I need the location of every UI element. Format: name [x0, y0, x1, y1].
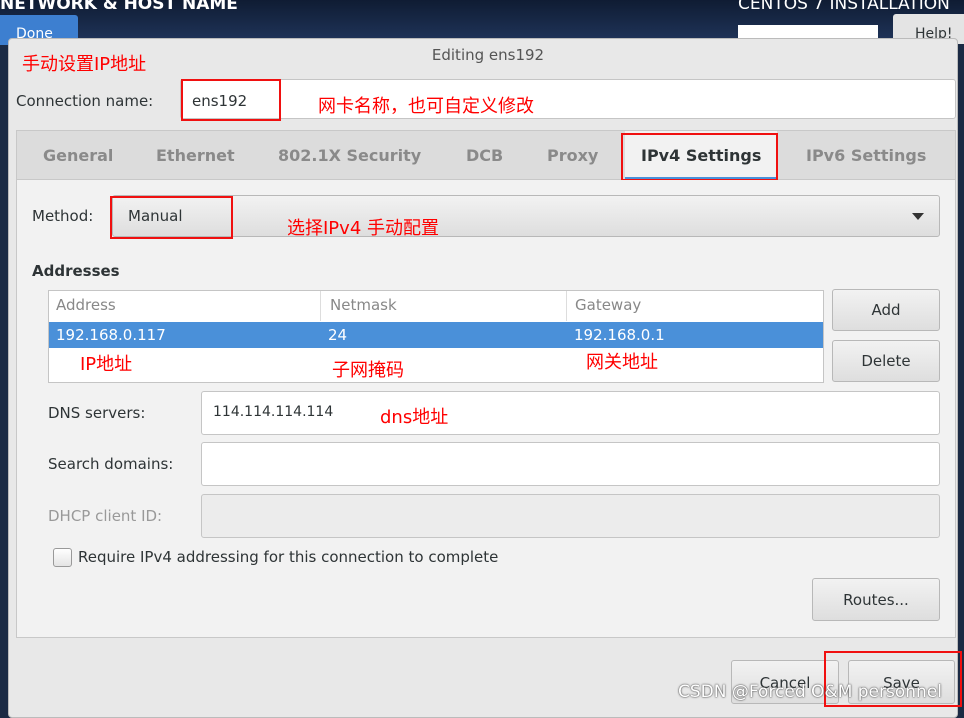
tab-proxy[interactable]: Proxy [547, 146, 598, 165]
dns-servers-value: 114.114.114.114 [213, 404, 334, 420]
require-ipv4-checkbox[interactable] [53, 548, 72, 567]
annotation-gateway: 网关地址 [586, 352, 658, 373]
address-cell[interactable]: 192.168.0.117 [56, 326, 166, 344]
connection-name-input[interactable] [180, 79, 956, 119]
column-header-address[interactable]: Address [56, 296, 116, 314]
connection-name-label: Connection name: [16, 92, 154, 110]
annotation-manual-ip: 手动设置IP地址 [22, 54, 147, 75]
tab-dcb[interactable]: DCB [466, 146, 503, 165]
dhcp-client-id-label: DHCP client ID: [48, 507, 163, 525]
column-divider [566, 291, 567, 321]
tab-general[interactable]: General [43, 146, 113, 165]
gateway-cell[interactable]: 192.168.0.1 [574, 326, 665, 344]
annotation-ip: IP地址 [80, 354, 133, 375]
add-button[interactable]: Add [832, 289, 940, 331]
highlight-box [621, 133, 778, 181]
tab-ethernet[interactable]: Ethernet [156, 146, 235, 165]
netmask-cell[interactable]: 24 [328, 326, 347, 344]
addresses-heading: Addresses [32, 262, 120, 280]
require-ipv4-label[interactable]: Require IPv4 addressing for this connect… [78, 548, 498, 566]
installer-title: CENTOS 7 INSTALLATION [738, 0, 950, 14]
routes-button[interactable]: Routes... [812, 578, 940, 621]
annotation-nic-name: 网卡名称，也可自定义修改 [318, 96, 534, 117]
watermark: CSDN @Forced O&M personnel [678, 682, 942, 702]
dns-servers-label: DNS servers: [48, 404, 146, 422]
annotation-netmask: 子网掩码 [332, 360, 404, 381]
dhcp-client-id-input [201, 494, 940, 538]
chevron-down-icon [912, 213, 924, 220]
page-title: NETWORK & HOST NAME [0, 0, 238, 14]
annotation-dns: dns地址 [380, 407, 449, 428]
tab-8021x-security[interactable]: 802.1X Security [278, 146, 421, 165]
search-domains-input[interactable] [201, 442, 940, 486]
column-divider [320, 291, 321, 321]
method-dropdown[interactable]: Manual [112, 195, 940, 237]
search-domains-label: Search domains: [48, 455, 174, 473]
highlight-box [110, 196, 233, 239]
tab-ipv6-settings[interactable]: IPv6 Settings [806, 146, 926, 165]
delete-button[interactable]: Delete [832, 340, 940, 382]
annotation-ipv4-manual: 选择IPv4 手动配置 [287, 218, 439, 239]
method-label: Method: [32, 207, 94, 225]
highlight-box [181, 79, 281, 121]
column-header-gateway[interactable]: Gateway [575, 296, 641, 314]
column-header-netmask[interactable]: Netmask [330, 296, 397, 314]
